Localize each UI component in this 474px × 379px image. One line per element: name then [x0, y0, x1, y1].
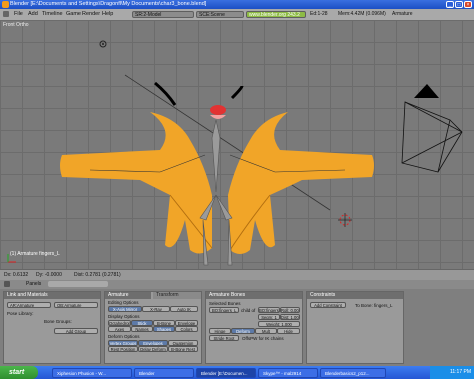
lamp-icon	[99, 40, 107, 48]
offset-label: OffsPW for IK chains	[242, 336, 284, 341]
task-blender-file[interactable]: Blender [E:\Documen...	[196, 368, 256, 378]
weight-field[interactable]: Weight: 1.000	[258, 321, 300, 327]
context-text: Armature	[392, 11, 413, 17]
start-button[interactable]: start	[0, 366, 38, 379]
panels-menu[interactable]: Panels	[26, 280, 41, 289]
task-blender[interactable]: Blender	[134, 368, 194, 378]
tab-transform[interactable]: Transform	[153, 292, 201, 299]
parent-bone-field[interactable]: BO:fingers_L	[258, 307, 280, 313]
task-xiphesion[interactable]: Xiphesion Phusion - W...	[52, 368, 132, 378]
menu-help[interactable]: Help	[102, 9, 113, 20]
rest-position-toggle[interactable]: Rest Position	[108, 346, 138, 352]
bone-groups-label: Bone Groups:	[44, 319, 72, 324]
panel-bones-title[interactable]: Armature Bones	[206, 292, 302, 299]
panel-armature: Armature Transform Editing Options X-Axi…	[104, 291, 202, 364]
delay-deform-toggle[interactable]: Delay Deform	[138, 346, 168, 352]
tab-armature[interactable]: Armature	[105, 292, 152, 299]
deform-options-label: Deform Options	[108, 334, 140, 339]
x-axis-mirror-toggle[interactable]: X-Axis Mirror	[108, 306, 142, 312]
editing-options-label: Editing Options	[108, 300, 139, 305]
scene-selector[interactable]: SCE:Scene	[196, 11, 244, 18]
stats-text: Ed:1-28	[310, 11, 328, 17]
panel-armature-bones: Armature Bones Selected Bones BO:fingers…	[205, 291, 303, 364]
task-blenderbasics[interactable]: Blenderbasics2_p12...	[320, 368, 386, 378]
display-axes[interactable]: Axes	[108, 326, 131, 332]
object-label: (1) Armature fingers_L	[10, 251, 60, 257]
view-label: Front Ortho	[3, 22, 29, 28]
auto-ik-toggle[interactable]: Auto IK	[170, 306, 198, 312]
object-datablock[interactable]: OB:Armature	[54, 302, 98, 308]
window-type-icon[interactable]	[3, 11, 9, 17]
panel-constraints-title[interactable]: Constraints	[307, 292, 403, 299]
menu-file[interactable]: File	[14, 9, 23, 20]
title-bar: Blender [E:\Documents and Settings\Drago…	[0, 0, 474, 9]
stride-root-toggle[interactable]: Stride Root	[209, 335, 239, 341]
guide-line	[124, 74, 331, 211]
armature-datablock[interactable]: AR:Armature	[7, 302, 51, 308]
deform-toggle[interactable]: Deform	[231, 328, 255, 334]
display-colors[interactable]: Colors	[175, 326, 198, 332]
roll-field[interactable]: Roll: 0.000	[280, 307, 300, 313]
context-buttons[interactable]	[48, 281, 108, 287]
maximize-button[interactable]: □	[455, 1, 463, 8]
buttons-window: Link and Materials AR:Armature OB:Armatu…	[0, 289, 474, 366]
display-options-label: Display Options	[108, 314, 140, 319]
pose-library-label: Pose Library:	[7, 311, 34, 316]
hide-toggle[interactable]: Hide	[277, 328, 300, 334]
minimize-button[interactable]: _	[446, 1, 454, 8]
3d-viewport[interactable]	[0, 20, 474, 280]
x-ray-toggle[interactable]: X-Ray	[142, 306, 170, 312]
menu-timeline[interactable]: Timeline	[42, 9, 63, 20]
dist-field[interactable]: Dist: 1.000	[280, 314, 300, 320]
camera-object	[401, 101, 463, 173]
display-shapes[interactable]: Shapes	[153, 326, 175, 332]
selected-bones-label: Selected Bones	[209, 301, 241, 306]
mult-toggle[interactable]: Mult	[255, 328, 277, 334]
character-eyes	[154, 81, 244, 119]
blender-logo-icon	[2, 1, 9, 8]
close-button[interactable]: ×	[464, 1, 472, 8]
menu-game[interactable]: Game	[66, 9, 81, 20]
viewport-canvas	[7, 40, 463, 266]
child-of-label: child of	[241, 308, 256, 313]
screen-selector[interactable]: SR:2-Model	[132, 11, 194, 18]
blender-url: www.blender.org 243.2	[246, 11, 306, 18]
menu-render[interactable]: Render	[82, 9, 100, 20]
panel-constraints: Constraints Add Constraint To Bone: fing…	[306, 291, 404, 364]
memory-text: Mem:4.42M (0.096M)	[338, 11, 386, 17]
task-skype[interactable]: Skype™ - mal2914	[258, 368, 318, 378]
add-constraint-button[interactable]: Add Constraint	[310, 302, 346, 308]
menu-add[interactable]: Add	[28, 9, 38, 20]
triangle-object	[414, 84, 439, 98]
armature-bones	[89, 119, 346, 266]
hinge-toggle[interactable]: Hinge	[209, 328, 231, 334]
bbone-rest-toggle[interactable]: B-Bone Rest	[168, 346, 198, 352]
window-title: Blender [E:\Documents and Settings\Drago…	[10, 1, 207, 7]
panel-link-title[interactable]: Link and Materials	[4, 292, 100, 299]
add-group-button[interactable]: Add Group	[54, 328, 98, 334]
display-names[interactable]: Names	[131, 326, 153, 332]
to-bone-label: To Bone: fingers_L	[355, 303, 393, 308]
3d-cursor-icon	[338, 213, 352, 227]
window-type-icon-2[interactable]	[4, 281, 10, 287]
panel-link-materials: Link and Materials AR:Armature OB:Armatu…	[3, 291, 101, 364]
system-clock: 11:17 PM	[430, 366, 474, 379]
segments-field[interactable]: Segm: 1	[258, 314, 280, 320]
bone-name-field[interactable]: BO:fingers_L	[209, 307, 239, 313]
